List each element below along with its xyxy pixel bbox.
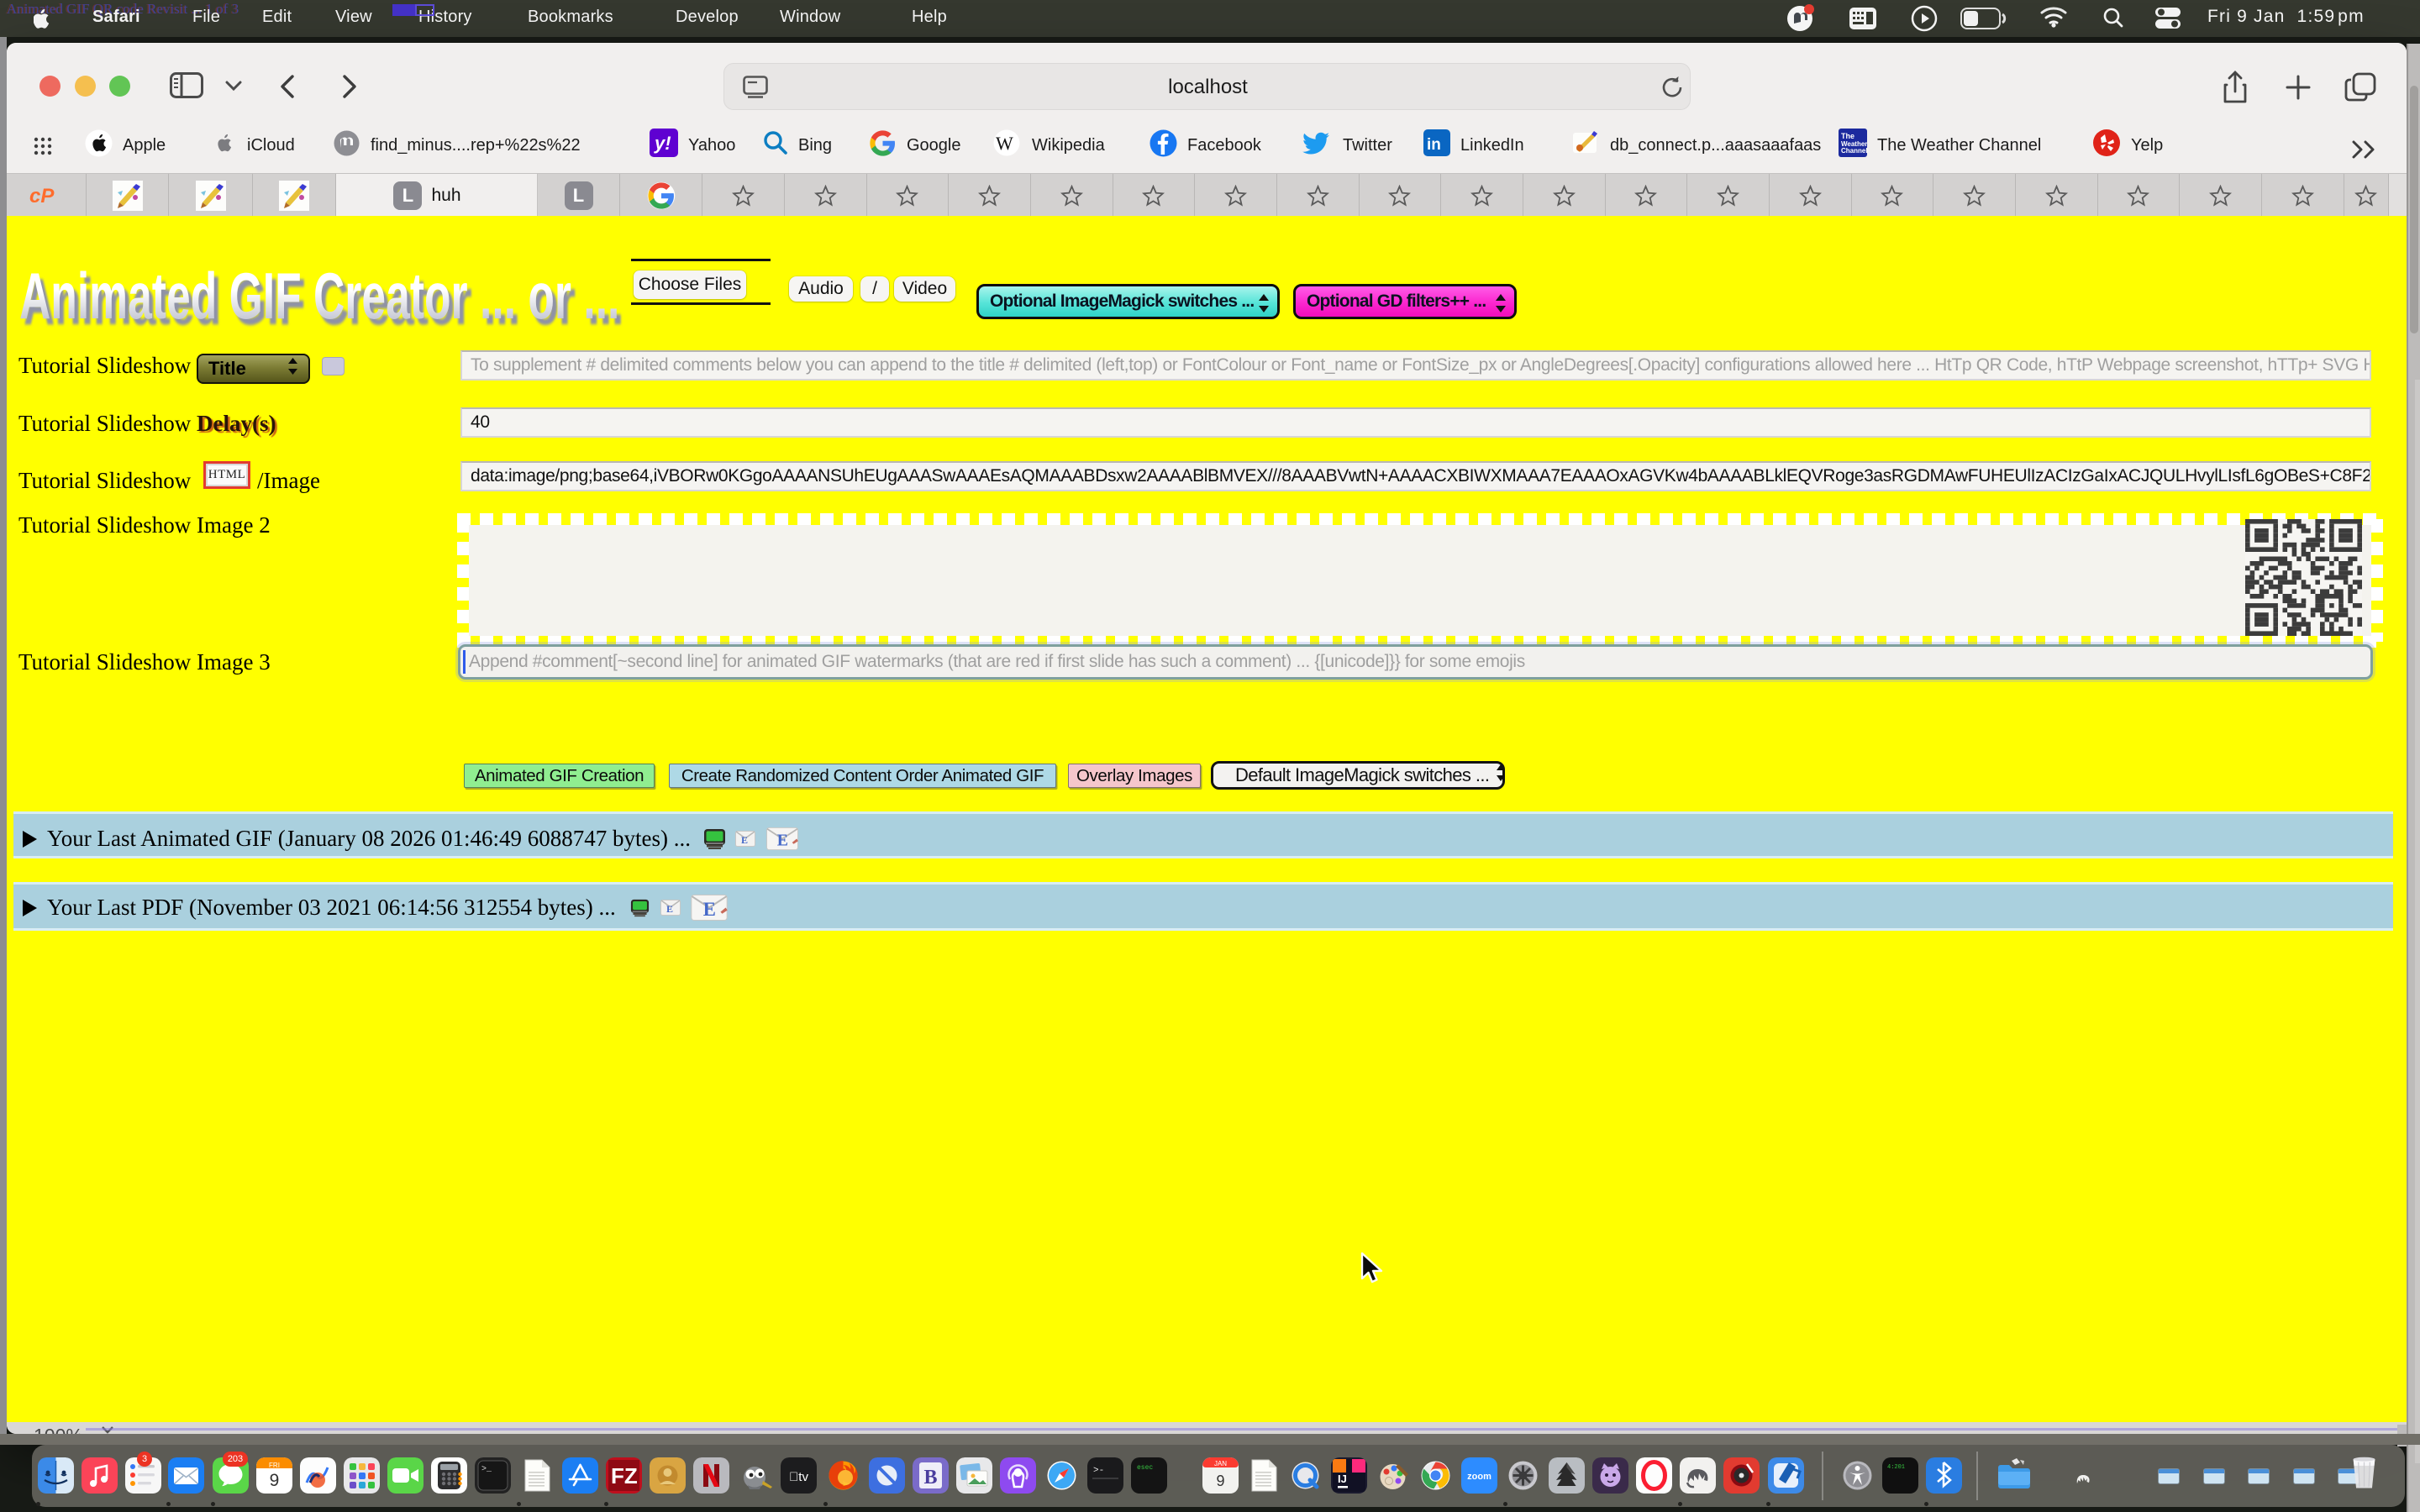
svg-text:The: The bbox=[1841, 132, 1854, 140]
svg-text:zoom: zoom bbox=[1467, 1472, 1491, 1482]
svg-text:E: E bbox=[666, 903, 673, 915]
svg-text:W: W bbox=[996, 133, 1013, 154]
svg-text:esec: esec bbox=[1137, 1464, 1153, 1472]
svg-text:y!: y! bbox=[654, 133, 671, 154]
svg-text:IJ: IJ bbox=[1338, 1473, 1347, 1485]
svg-text:cP: cP bbox=[29, 185, 55, 207]
svg-text:FRI: FRI bbox=[269, 1462, 280, 1469]
svg-text:>_: >_ bbox=[481, 1465, 492, 1474]
svg-text:4:201: 4:201 bbox=[1887, 1464, 1905, 1471]
svg-text:E: E bbox=[741, 834, 748, 846]
svg-text:B: B bbox=[923, 1467, 937, 1488]
svg-text:9: 9 bbox=[270, 1471, 280, 1490]
svg-text:Channel: Channel bbox=[1841, 147, 1867, 155]
svg-text:tv: tv bbox=[789, 1470, 808, 1484]
svg-text:JAN: JAN bbox=[1214, 1460, 1227, 1467]
svg-text:E: E bbox=[777, 832, 788, 850]
svg-text:>-: >- bbox=[1093, 1466, 1104, 1476]
svg-text:in: in bbox=[1427, 136, 1441, 154]
svg-text:E: E bbox=[703, 899, 716, 920]
svg-text:9: 9 bbox=[1216, 1473, 1224, 1489]
svg-text:FZ: FZ bbox=[611, 1463, 638, 1488]
